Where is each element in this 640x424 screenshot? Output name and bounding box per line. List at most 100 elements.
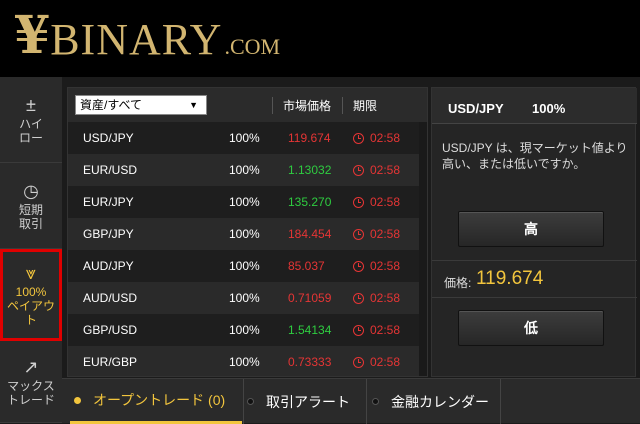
row-pair: AUD/USD	[83, 291, 138, 305]
row-expiry: 02:58	[353, 346, 400, 376]
table-row[interactable]: AUD/JPY 100% 85.037 02:58	[68, 250, 427, 282]
table-scrollbar[interactable]	[419, 122, 427, 376]
sidebar-item-label: ハイ	[19, 116, 43, 131]
header-expiry: 期限	[342, 97, 377, 114]
row-pair: USD/JPY	[83, 131, 134, 145]
sidebar-item-100-payout[interactable]: ⩔ 100% ペイアウト	[0, 249, 62, 341]
tab-dot-icon	[247, 398, 254, 405]
table-row[interactable]: GBP/USD 100% 1.54134 02:58	[68, 314, 427, 346]
row-price: 85.037	[288, 259, 325, 273]
tab-economic-calendar[interactable]: 金融カレンダー	[372, 379, 512, 424]
sidebar-item-label: 短期	[18, 202, 43, 217]
table-row[interactable]: EUR/USD 100% 1.13032 02:58	[68, 154, 427, 186]
low-button[interactable]: 低	[458, 310, 604, 346]
table-row[interactable]: AUD/USD 100% 0.71059 02:58	[68, 282, 427, 314]
row-expiry-time: 02:58	[370, 163, 401, 177]
chevrons-icon: ⩔	[25, 263, 37, 283]
clock-icon	[353, 132, 364, 144]
bottom-tabs: オープントレード (0) 取引アラート 金融カレンダー	[62, 378, 640, 424]
row-payout: 100%	[229, 323, 260, 337]
row-payout: 100%	[229, 259, 260, 273]
asset-table: 資産/すべて ▼ 市場価格 期限 USD/JPY 100% 119.674 02…	[67, 87, 428, 377]
row-price: 184.454	[288, 227, 332, 241]
tab-divider	[243, 379, 244, 424]
clock-icon	[353, 292, 364, 304]
row-price: 1.13032	[288, 163, 332, 177]
row-pair: EUR/GBP	[83, 355, 138, 369]
high-button[interactable]: 高	[458, 211, 604, 247]
chart-up-icon: ↗	[23, 356, 39, 377]
logo-suffix: .COM	[224, 34, 281, 59]
clock-icon	[353, 324, 364, 336]
row-expiry-time: 02:58	[370, 323, 401, 337]
tab-label: 取引アラート	[266, 393, 350, 410]
row-expiry: 02:58	[353, 250, 400, 282]
trade-header: USD/JPY 100%	[432, 88, 637, 124]
row-price: 1.54134	[288, 323, 332, 337]
clock-icon: ◷	[23, 180, 39, 201]
tab-divider	[366, 379, 367, 424]
tab-open-trades[interactable]: オープントレード (0)	[70, 379, 242, 424]
price-label: 価格:	[444, 276, 472, 290]
clock-icon	[353, 196, 364, 208]
clock-icon	[353, 260, 364, 272]
current-price: 価格: 119.674	[432, 260, 637, 298]
row-payout: 100%	[229, 163, 260, 177]
row-pair: GBP/USD	[83, 323, 138, 337]
trade-panel: USD/JPY 100% USD/JPY は、現マーケット値より高い、または低い…	[431, 87, 637, 377]
row-price: 0.71059	[288, 291, 332, 305]
row-expiry: 02:58	[353, 282, 400, 314]
table-row[interactable]: GBP/JPY 100% 184.454 02:58	[68, 218, 427, 250]
sidebar-item-label: ペイアウト	[6, 299, 55, 327]
plus-minus-icon: ±	[26, 94, 36, 115]
row-payout: 100%	[229, 291, 260, 305]
row-price: 135.270	[288, 195, 332, 209]
row-expiry: 02:58	[353, 314, 400, 346]
sidebar-item-short-term[interactable]: ◷ 短期 取引	[0, 163, 62, 249]
sidebar-item-label: ロー	[18, 130, 43, 145]
row-expiry-time: 02:58	[370, 259, 401, 273]
row-expiry: 02:58	[353, 186, 400, 218]
header-price: 市場価格	[272, 97, 331, 114]
tab-label: オープントレード (0)	[93, 392, 226, 408]
row-expiry-time: 02:58	[370, 227, 401, 241]
price-value: 119.674	[476, 268, 544, 289]
clock-icon	[353, 228, 364, 240]
sidebar: ± ハイ ロー ◷ 短期 取引 ⩔ 100% ペイアウト ↗ マックス トレード	[0, 77, 62, 423]
tab-label: 金融カレンダー	[391, 393, 489, 410]
asset-filter-value: 資産/すべて	[80, 98, 143, 112]
row-pair: EUR/JPY	[83, 195, 134, 209]
tab-trade-alerts[interactable]: 取引アラート	[247, 379, 365, 424]
asset-filter-select[interactable]: 資産/すべて ▼	[75, 95, 207, 115]
main-area: 資産/すべて ▼ 市場価格 期限 USD/JPY 100% 119.674 02…	[62, 77, 640, 377]
top-bar: ¥ BINARY .COM	[0, 0, 640, 77]
row-payout: 100%	[229, 195, 260, 209]
row-expiry: 02:58	[353, 122, 400, 154]
row-pair: EUR/USD	[83, 163, 138, 177]
logo-yen: ¥	[14, 5, 51, 66]
table-header: 資産/すべて ▼ 市場価格 期限	[68, 88, 427, 122]
sidebar-item-max-trade[interactable]: ↗ マックス トレード	[0, 341, 62, 423]
row-expiry-time: 02:58	[370, 291, 401, 305]
sidebar-item-label: 取引	[18, 216, 43, 231]
trade-symbol: USD/JPY	[448, 101, 504, 116]
row-expiry-time: 02:58	[370, 195, 401, 209]
sidebar-item-highlow[interactable]: ± ハイ ロー	[0, 77, 62, 163]
logo-brand: BINARY	[50, 15, 223, 64]
table-row[interactable]: EUR/GBP 100% 0.73333 02:58	[68, 346, 427, 376]
table-row[interactable]: EUR/JPY 100% 135.270 02:58	[68, 186, 427, 218]
tab-dot-icon	[372, 398, 379, 405]
caret-down-icon: ▼	[189, 100, 198, 110]
table-row[interactable]: USD/JPY 100% 119.674 02:58	[68, 122, 427, 154]
row-payout: 100%	[229, 131, 260, 145]
sidebar-item-label: 100%	[15, 285, 47, 299]
sidebar-item-label: マックス	[7, 378, 55, 393]
clock-icon	[353, 356, 364, 368]
row-expiry: 02:58	[353, 154, 400, 186]
row-pair: GBP/JPY	[83, 227, 134, 241]
row-pair: AUD/JPY	[83, 259, 134, 273]
row-price: 0.73333	[288, 355, 332, 369]
row-payout: 100%	[229, 227, 260, 241]
row-expiry-time: 02:58	[370, 131, 401, 145]
logo[interactable]: ¥ BINARY .COM	[14, 10, 280, 62]
